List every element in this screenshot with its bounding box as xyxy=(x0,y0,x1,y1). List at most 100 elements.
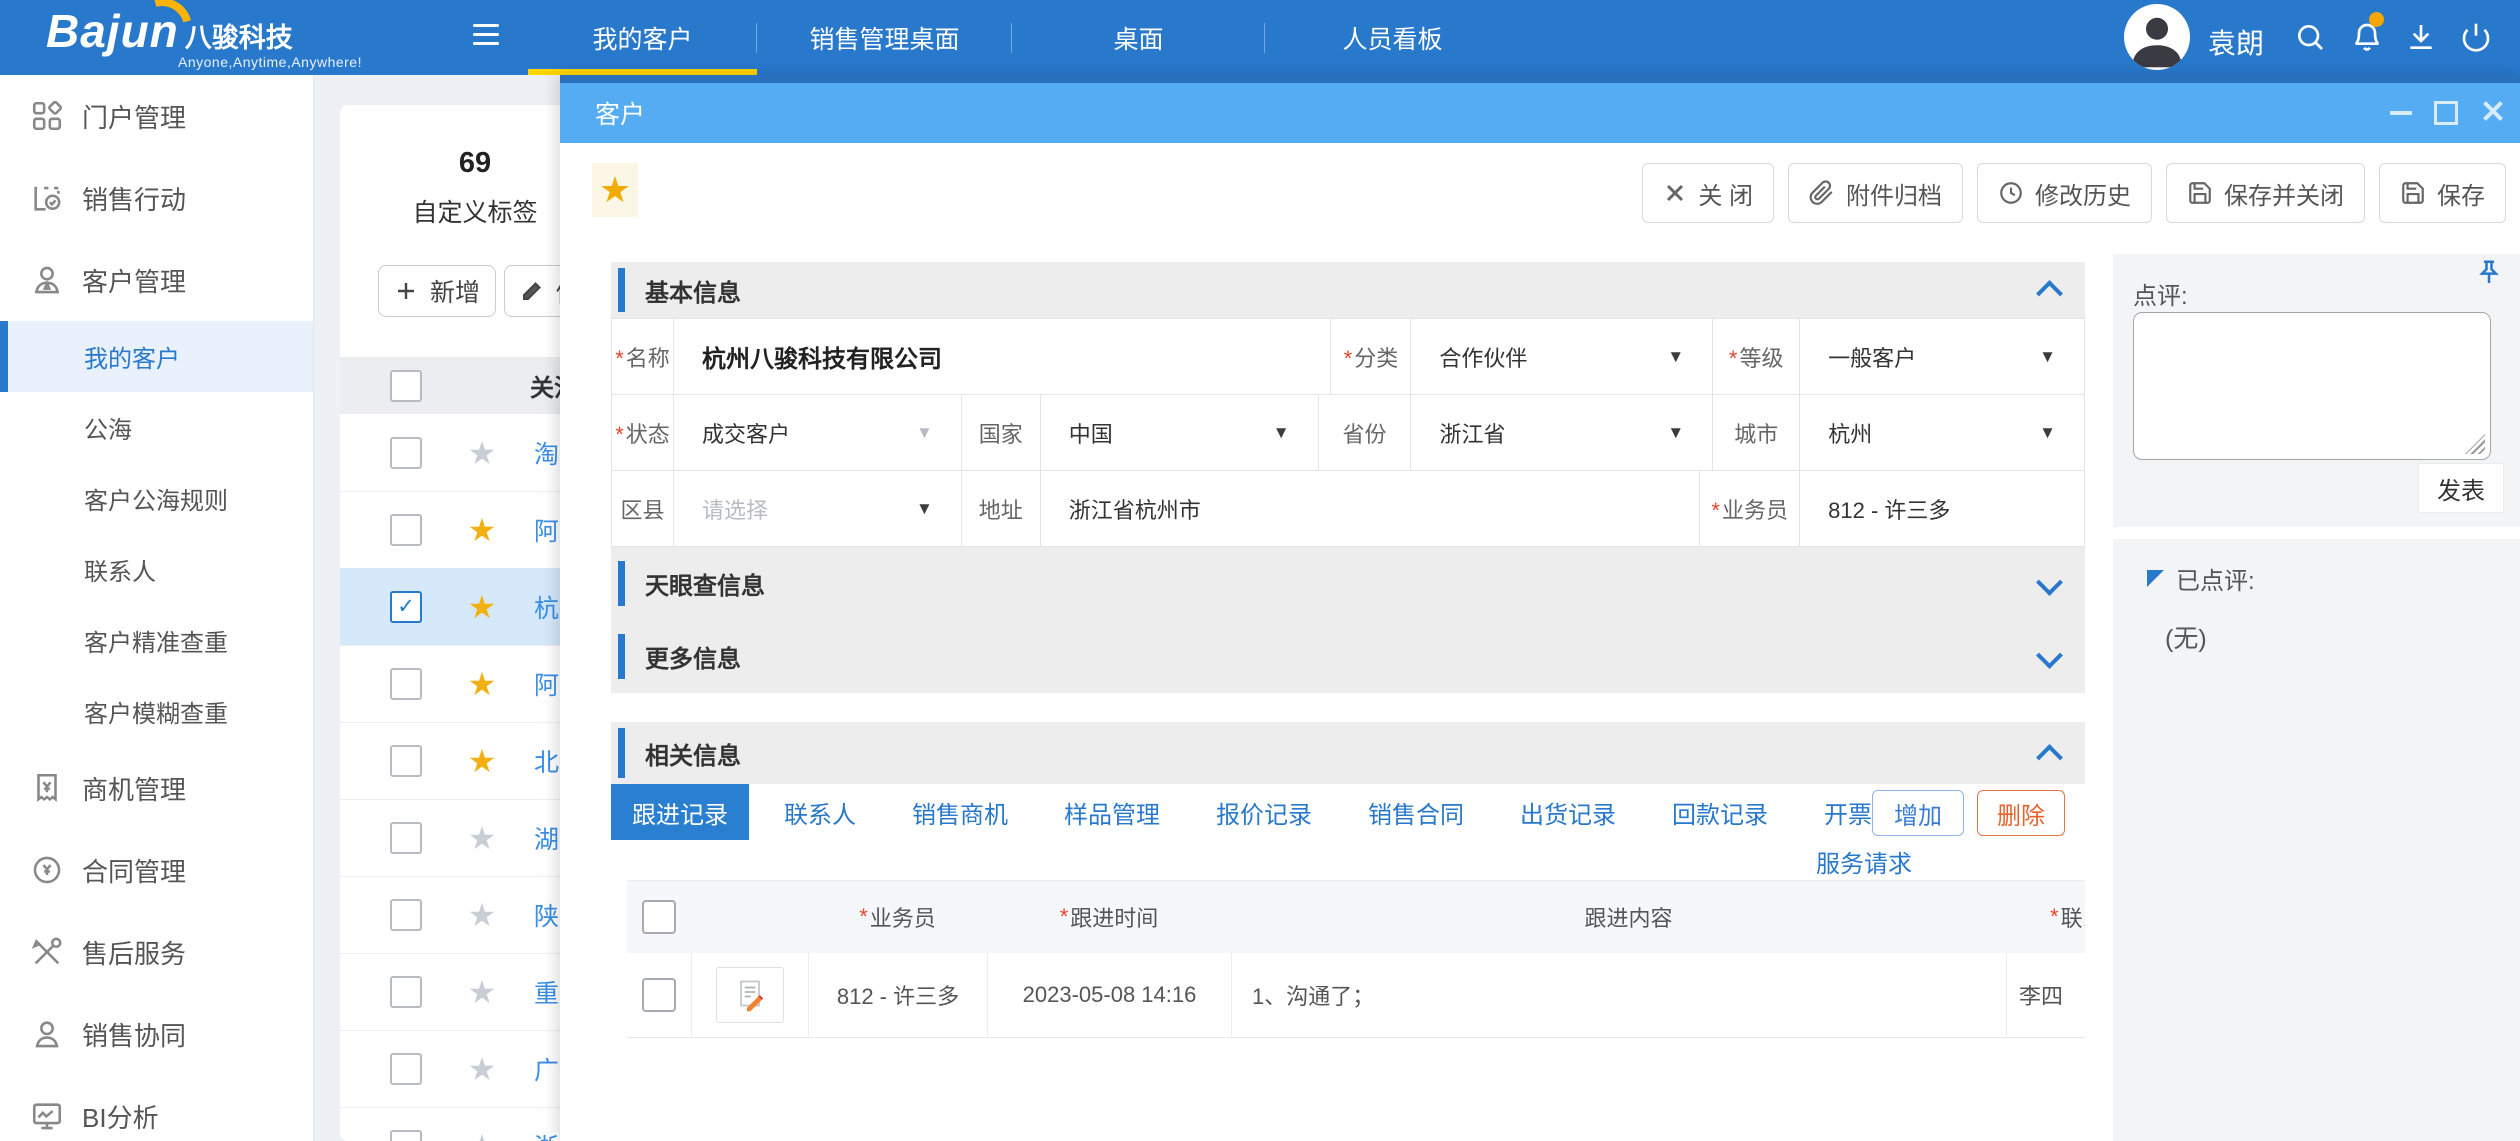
comment-compose-block: 点评: 发表 xyxy=(2113,254,2520,527)
dropdown-arrow-icon: ▼ xyxy=(1273,423,1290,443)
star-icon[interactable]: ★ xyxy=(462,665,502,703)
owner-field[interactable]: 812 - 许三多 xyxy=(1800,471,2085,546)
select-all-checkbox[interactable] xyxy=(390,370,422,402)
favorite-star-icon: ★ xyxy=(599,169,631,211)
star-icon[interactable]: ★ xyxy=(462,588,502,626)
comment-textarea[interactable] xyxy=(2133,312,2491,460)
sidebar-item-contract[interactable]: 合同管理 xyxy=(0,829,313,911)
top-tab-sales-desktop[interactable]: 销售管理桌面 xyxy=(757,0,1012,75)
row-checkbox[interactable] xyxy=(390,437,422,469)
section-basic-info[interactable]: 基本信息 xyxy=(611,262,2085,318)
tab-opportunities[interactable]: 销售商机 xyxy=(891,784,1029,840)
sidebar-subitem-my-customers[interactable]: 我的客户 xyxy=(0,321,313,392)
grid-icon xyxy=(30,99,64,133)
dropdown-arrow-icon: ▼ xyxy=(2039,347,2056,367)
tab-payments[interactable]: 回款记录 xyxy=(1651,784,1789,840)
delete-record-button[interactable]: 删除 xyxy=(1977,790,2065,836)
collapse-chevron-icon[interactable] xyxy=(2036,744,2063,771)
star-icon[interactable]: ★ xyxy=(462,896,502,934)
row-checkbox[interactable] xyxy=(390,822,422,854)
sidebar-subitem-contacts[interactable]: 联系人 xyxy=(0,534,313,605)
favorite-tile[interactable]: ★ xyxy=(592,163,638,217)
top-tab-desktop[interactable]: 桌面 xyxy=(1012,0,1265,75)
row-checkbox[interactable] xyxy=(390,976,422,1008)
level-select[interactable]: 一般客户▼ xyxy=(1800,319,2085,394)
section-related-info[interactable]: 相关信息 xyxy=(611,722,2085,784)
save-and-close-button[interactable]: 保存并关闭 xyxy=(2166,163,2365,223)
modify-history-button[interactable]: 修改历史 xyxy=(1977,163,2152,223)
tab-contracts[interactable]: 销售合同 xyxy=(1347,784,1485,840)
country-select[interactable]: 中国▼ xyxy=(1041,395,1319,470)
table-select-all-checkbox[interactable] xyxy=(642,900,676,934)
add-record-button[interactable]: 增加 xyxy=(1872,790,1964,836)
power-icon[interactable] xyxy=(2460,21,2492,53)
user-avatar[interactable] xyxy=(2124,4,2190,70)
row-checkbox[interactable] xyxy=(390,1130,422,1141)
top-tab-personnel-board[interactable]: 人员看板 xyxy=(1265,0,1520,75)
tab-contacts[interactable]: 联系人 xyxy=(763,784,877,840)
tab-service-requests[interactable]: 服务请求 xyxy=(1816,844,1912,879)
row-checkbox[interactable] xyxy=(390,1053,422,1085)
sidebar-item-portal[interactable]: 门户管理 xyxy=(0,75,313,157)
row-checkbox[interactable] xyxy=(390,899,422,931)
row-checkbox[interactable] xyxy=(390,668,422,700)
star-icon[interactable]: ★ xyxy=(462,742,502,780)
star-icon[interactable]: ★ xyxy=(462,1127,502,1141)
expand-chevron-icon[interactable] xyxy=(2036,569,2063,596)
sidebar-subitem-exact-dedup[interactable]: 客户精准查重 xyxy=(0,605,313,676)
star-icon[interactable]: ★ xyxy=(462,819,502,857)
pin-icon[interactable] xyxy=(2474,258,2504,288)
section-more-info[interactable]: 更多信息 xyxy=(611,620,2085,693)
status-select[interactable]: 成交客户▼ xyxy=(674,395,962,470)
sidebar-item-customer-mgmt[interactable]: 客户管理 xyxy=(0,239,313,321)
tab-samples[interactable]: 样品管理 xyxy=(1043,784,1181,840)
star-icon[interactable]: ★ xyxy=(462,973,502,1011)
tools-icon xyxy=(30,935,64,969)
expand-chevron-icon[interactable] xyxy=(2036,642,2063,669)
sidebar-subitem-sea-rules[interactable]: 客户公海规则 xyxy=(0,463,313,534)
star-icon[interactable]: ★ xyxy=(462,434,502,472)
basic-info-grid: *名称 杭州八骏科技有限公司 *分类 合作伙伴▼ *等级 一般客户▼ *状态 成… xyxy=(611,318,2085,547)
add-button[interactable]: 新增 xyxy=(378,265,496,317)
minimize-icon[interactable] xyxy=(2390,111,2412,115)
sidebar-item-sales-collab[interactable]: 销售协同 xyxy=(0,993,313,1075)
sidebar-subitem-public-sea[interactable]: 公海 xyxy=(0,392,313,463)
sidebar-item-opportunity[interactable]: 商机管理 xyxy=(0,747,313,829)
star-icon[interactable]: ★ xyxy=(462,511,502,549)
sidebar-item-bi-analysis[interactable]: BI分析 xyxy=(0,1075,313,1141)
tab-follow-records[interactable]: 跟进记录 xyxy=(611,784,749,840)
category-select[interactable]: 合作伙伴▼ xyxy=(1411,319,1713,394)
sidebar-item-after-sales[interactable]: 售后服务 xyxy=(0,911,313,993)
tab-shipments[interactable]: 出货记录 xyxy=(1499,784,1637,840)
tab-quotes[interactable]: 报价记录 xyxy=(1195,784,1333,840)
row-checkbox[interactable] xyxy=(390,514,422,546)
city-select[interactable]: 杭州▼ xyxy=(1800,395,2085,470)
username-label[interactable]: 袁朗 xyxy=(2208,22,2264,62)
close-button[interactable]: 关 闭 xyxy=(1642,163,1774,223)
collapse-chevron-icon[interactable] xyxy=(2036,280,2063,307)
row-checkbox[interactable] xyxy=(390,591,422,623)
province-select[interactable]: 浙江省▼ xyxy=(1411,395,1713,470)
row-checkbox[interactable] xyxy=(642,978,676,1012)
top-tab-my-customers[interactable]: 我的客户 xyxy=(528,0,757,75)
district-select[interactable]: 请选择▼ xyxy=(674,471,962,546)
close-icon[interactable] xyxy=(2478,97,2506,125)
publish-button[interactable]: 发表 xyxy=(2418,463,2504,513)
sidebar-item-sales-action[interactable]: 销售行动 xyxy=(0,157,313,239)
attachment-archive-button[interactable]: 附件归档 xyxy=(1788,163,1963,223)
search-icon[interactable] xyxy=(2294,21,2326,53)
save-button[interactable]: 保存 xyxy=(2379,163,2506,223)
table-row[interactable]: 812 - 许三多 2023-05-08 14:16 1、沟通了； 李四 xyxy=(627,953,2085,1038)
star-icon[interactable]: ★ xyxy=(462,1050,502,1088)
app-logo: Bajun 八骏科技 Anyone,Anytime,Anywhere! xyxy=(46,4,362,70)
download-icon[interactable] xyxy=(2405,21,2437,53)
record-detail-button[interactable] xyxy=(716,967,784,1023)
menu-hamburger-icon[interactable] xyxy=(473,24,499,51)
section-tianyancha[interactable]: 天眼查信息 xyxy=(611,547,2085,620)
row-checkbox[interactable] xyxy=(390,745,422,777)
comment-label: 点评: xyxy=(2133,276,2188,311)
address-field[interactable]: 浙江省杭州市 xyxy=(1041,471,1701,546)
name-field[interactable]: 杭州八骏科技有限公司 xyxy=(674,319,1332,394)
sidebar-subitem-fuzzy-dedup[interactable]: 客户模糊查重 xyxy=(0,676,313,747)
maximize-icon[interactable] xyxy=(2434,101,2458,125)
